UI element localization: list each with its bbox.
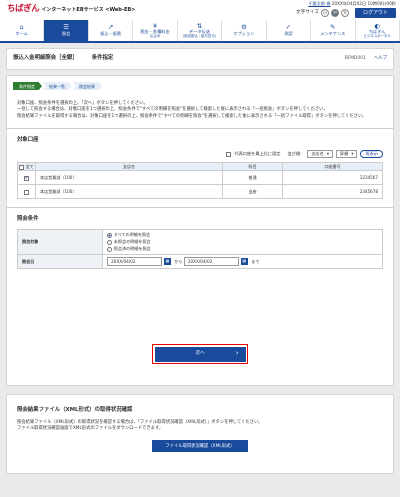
- condition-table: 照会対象 すべての明細を照会 未照会の明細を照会 照会済の明細を照会 照会日 2…: [17, 229, 383, 269]
- chevron-down-icon: ▾: [326, 151, 329, 157]
- page-title: 振込入金明細照会［全銀］: [13, 55, 78, 62]
- font-medium-button[interactable]: 中: [330, 8, 339, 17]
- radio-all[interactable]: [107, 232, 112, 238]
- instructions: 対象口座、照会条件を選択の上、「次へ」ボタンを押してください。 一括して照会する場…: [17, 101, 367, 119]
- nav-transfer[interactable]: ↗ 振込・振替: [89, 20, 134, 41]
- pencil-icon: ✎: [330, 23, 336, 32]
- col-number: 口座番号: [282, 162, 383, 172]
- radio-unread[interactable]: [107, 239, 112, 245]
- option-unread[interactable]: 未照会の明細を照会: [107, 239, 378, 245]
- nav-tax-payment[interactable]: ¥ 税金・各種料金 払込み: [133, 20, 178, 41]
- date-label: 照会日: [17, 253, 103, 269]
- select-all-header[interactable]: 全て: [17, 162, 36, 172]
- row-checkbox[interactable]: ✔: [24, 175, 29, 181]
- fix-rep-label: 代表口座を最上位に固定: [234, 151, 281, 157]
- condition-section: 照会条件 照会対象 すべての明細を照会 未照会の明細を照会 照会済の明細を照会 …: [7, 207, 393, 269]
- fix-rep-checkbox[interactable]: [226, 151, 232, 157]
- page-subtitle: 条件指定: [91, 55, 114, 62]
- font-size-label: 文字サイズ: [296, 9, 319, 15]
- page: ちばぎん インターネットEBサービス <Web-EB> 千葉太郎 様 20XX年0…: [0, 0, 400, 497]
- option-read[interactable]: 照会済の明細を照会: [107, 246, 378, 252]
- step-results: 結果一覧: [43, 82, 72, 91]
- step-condition: 条件指定: [13, 82, 42, 91]
- xml-section-title: 照会結果ファイル（XML形式）の取得状況確認: [17, 407, 133, 413]
- logout-button[interactable]: ログアウト: [354, 8, 396, 18]
- calendar-icon[interactable]: ▦: [164, 258, 171, 265]
- account-table: 全て 支店名 科目 口座番号 ✔ 本店営業部（100） 普通 1234567 本…: [17, 162, 383, 200]
- login-datetime: 20XX年04月02日 10時00分00秒: [331, 1, 396, 6]
- account-section: 対象口座 代表口座を最上位に固定 並び順： 支店名 ▾ 昇順 ▾ 再表示 全て 支店…: [7, 127, 393, 200]
- table-row[interactable]: ✔ 本店営業部（100） 普通 1234567: [17, 170, 383, 186]
- chevron-right-icon: ›: [235, 349, 239, 358]
- step-detail: 照会結果: [73, 82, 102, 91]
- xml-status-button[interactable]: ファイル取得状況確認（XML形式）: [152, 440, 248, 453]
- transfer-icon: ↗: [107, 23, 114, 32]
- gear-icon: ⚙: [240, 23, 247, 32]
- table-row[interactable]: 本店営業部（100） 当座 2345678: [17, 184, 383, 200]
- sort-select[interactable]: 支店名 ▾: [307, 149, 333, 159]
- global-nav: ⌂ ホーム ☰ 照会 ↗ 振込・振替 ¥ 税金・各種料金 払込み ⇅ データ伝送 (総合振込・…: [0, 20, 400, 43]
- font-large-button[interactable]: 大: [340, 8, 349, 17]
- nav-approval[interactable]: ✓ 承認: [267, 20, 312, 41]
- font-small-button[interactable]: 小: [320, 8, 329, 17]
- chevron-down-icon: ▾: [351, 151, 354, 157]
- option-all[interactable]: すべての明細を照会: [107, 232, 378, 238]
- screen-code: BFMD001: [344, 56, 366, 62]
- nav-inquiry[interactable]: ☰ 照会: [44, 20, 89, 41]
- nav-business-portal[interactable]: ◐ ちばぎん ビジネスポータル: [356, 20, 400, 41]
- col-branch: 支店名: [35, 162, 223, 172]
- date-to-input[interactable]: 20XX/04/02: [183, 256, 239, 266]
- document-icon: ☰: [63, 23, 70, 32]
- progress-steps: 条件指定 結果一覧 照会結果: [13, 82, 393, 91]
- col-type: 科目: [222, 162, 283, 172]
- condition-section-title: 照会条件: [17, 216, 39, 223]
- radio-read[interactable]: [107, 246, 112, 252]
- select-all-checkbox[interactable]: [19, 164, 25, 170]
- next-button[interactable]: 次へ ›: [154, 346, 246, 362]
- next-button-highlight: 次へ ›: [152, 344, 248, 364]
- account-toolbar: 代表口座を最上位に固定 並び順： 支店名 ▾ 昇順 ▾ 再表示: [17, 149, 383, 159]
- top-header: ちばぎん インターネットEBサービス <Web-EB> 千葉太郎 様 20XX年0…: [0, 0, 400, 20]
- nav-maintenance[interactable]: ✎ メンテナンス: [311, 20, 356, 41]
- calendar-icon[interactable]: ▦: [240, 258, 248, 265]
- user-info: 千葉太郎 様 20XX年04月02日 10時00分00秒: [308, 1, 396, 6]
- target-label: 照会対象: [17, 229, 103, 255]
- account-section-title: 対象口座: [17, 136, 39, 143]
- sort-label: 並び順：: [287, 151, 305, 157]
- date-from-input[interactable]: 20XX/04/02: [107, 256, 162, 266]
- main-panel: 条件指定 結果一覧 照会結果 対象口座、照会条件を選択の上、「次へ」ボタンを押し…: [6, 75, 394, 386]
- font-size-controls: 文字サイズ 小 中 大 ログアウト: [296, 8, 396, 18]
- check-icon: ✓: [285, 23, 292, 32]
- home-icon: ⌂: [19, 23, 24, 32]
- chibagin-logo: ちばぎん インターネットEBサービス <Web-EB>: [7, 4, 136, 14]
- nav-options[interactable]: ⚙ オプション: [222, 20, 267, 41]
- redisplay-button[interactable]: 再表示: [360, 149, 383, 159]
- nav-data-transmission[interactable]: ⇅ データ伝送 (総合振込・給与賞与): [178, 20, 223, 41]
- row-checkbox[interactable]: [24, 189, 29, 195]
- order-select[interactable]: 昇順 ▾: [335, 149, 358, 159]
- nav-home[interactable]: ⌂ ホーム: [0, 20, 45, 41]
- help-link[interactable]: ヘルプ: [374, 56, 387, 61]
- page-title-bar: 振込入金明細照会［全銀］ 条件指定 BFMD001 ヘルプ: [6, 48, 394, 70]
- user-name-link[interactable]: 千葉太郎 様: [308, 1, 330, 6]
- xml-status-panel: 照会結果ファイル（XML形式）の取得状況確認 照会結果ファイル（XML形式）の取…: [6, 394, 394, 474]
